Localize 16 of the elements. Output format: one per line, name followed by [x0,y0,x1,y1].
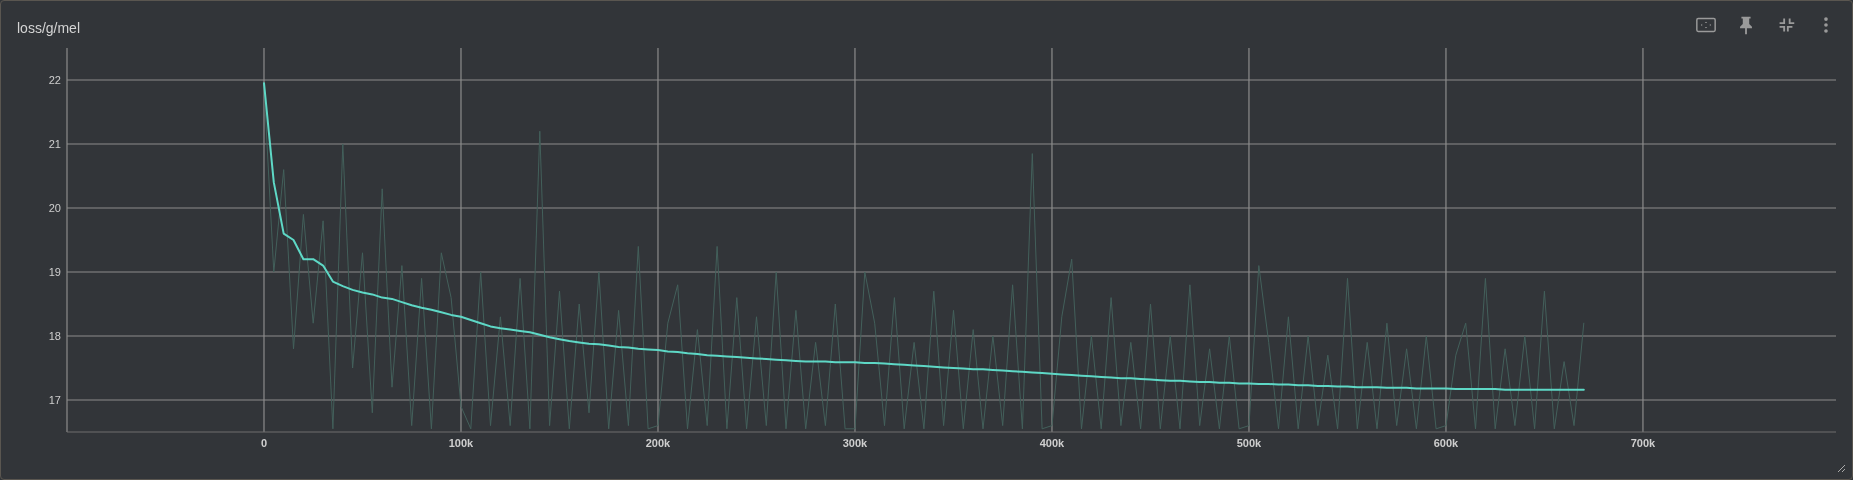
y-axis-tick-label: 17 [48,394,61,406]
x-axis-tick-label: 400k [1039,437,1065,449]
x-axis-tick-label: 200k [645,437,671,449]
x-axis-tick-label: 500k [1236,437,1262,449]
y-axis-tick-label: 22 [48,74,61,86]
y-axis-tick-label: 21 [48,138,61,150]
y-axis-tick-label: 18 [48,330,61,342]
x-axis-tick-label: 300k [842,437,868,449]
x-axis-tick-label: 0 [260,437,268,449]
chart-title: loss/g/mel [16,19,81,38]
x-axis-tick-label: 700k [1630,437,1656,449]
y-axis-tick-label: 19 [48,266,61,278]
x-axis-tick-label: 100k [448,437,474,449]
x-axis-tick-label: 600k [1433,437,1459,449]
resize-handle-icon[interactable] [1837,464,1846,473]
y-axis-tick-label: 20 [48,202,61,214]
